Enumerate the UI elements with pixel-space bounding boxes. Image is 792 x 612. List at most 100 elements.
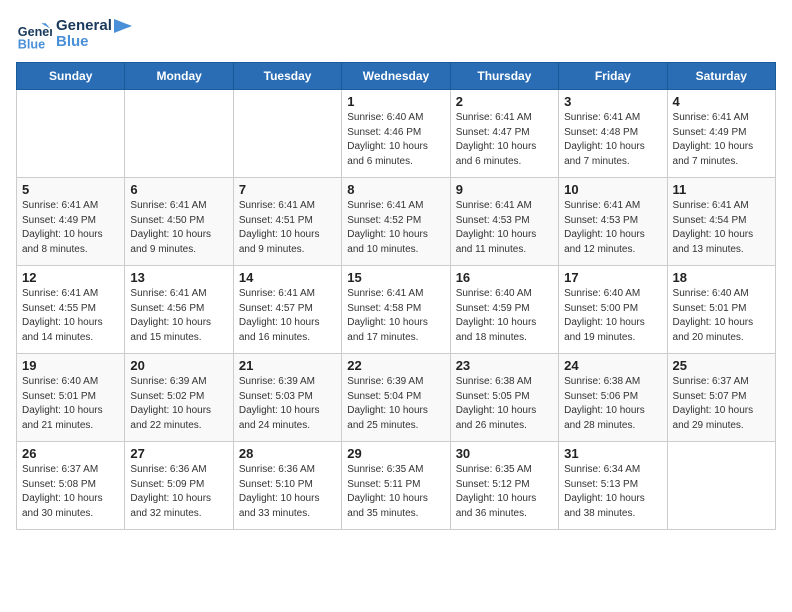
logo: General Blue General Blue [16,16,134,52]
calendar-day-cell [667,442,775,530]
page-header: General Blue General Blue [16,16,776,52]
weekday-row: SundayMondayTuesdayWednesdayThursdayFrid… [17,63,776,90]
day-info: Sunrise: 6:37 AMSunset: 5:08 PMDaylight:… [22,463,119,521]
day-info: Sunrise: 6:38 AMSunset: 5:05 PMDaylight:… [456,375,553,433]
day-info: Sunrise: 6:41 AMSunset: 4:49 PMDaylight:… [22,199,119,257]
day-info: Sunrise: 6:40 AMSunset: 4:46 PMDaylight:… [347,111,444,169]
day-info: Sunrise: 6:36 AMSunset: 5:10 PMDaylight:… [239,463,336,521]
day-number: 1 [347,94,444,109]
calendar-day-cell: 13 Sunrise: 6:41 AMSunset: 4:56 PMDayligh… [125,266,233,354]
calendar-day-cell: 26 Sunrise: 6:37 AMSunset: 5:08 PMDayligh… [17,442,125,530]
day-info: Sunrise: 6:36 AMSunset: 5:09 PMDaylight:… [130,463,227,521]
day-number: 21 [239,358,336,373]
weekday-header: Thursday [450,63,558,90]
calendar-week-row: 12Sunrise: 6:41 AMSunset: 4:55 PMDayligh… [17,266,776,354]
day-info: Sunrise: 6:41 AMSunset: 4:51 PMDaylight:… [239,199,336,257]
calendar-day-cell: 3 Sunrise: 6:41 AMSunset: 4:48 PMDaylight… [559,90,667,178]
weekday-header: Saturday [667,63,775,90]
day-info: Sunrise: 6:40 AMSunset: 5:01 PMDaylight:… [673,287,770,345]
day-number: 15 [347,270,444,285]
calendar-day-cell: 21 Sunrise: 6:39 AMSunset: 5:03 PMDayligh… [233,354,341,442]
day-info: Sunrise: 6:41 AMSunset: 4:56 PMDaylight:… [130,287,227,345]
day-number: 7 [239,182,336,197]
calendar-day-cell: 6Sunrise: 6:41 AMSunset: 4:50 PMDaylight… [125,178,233,266]
day-number: 24 [564,358,661,373]
calendar-day-cell: 4 Sunrise: 6:41 AMSunset: 4:49 PMDaylight… [667,90,775,178]
day-info: Sunrise: 6:41 AMSunset: 4:49 PMDaylight:… [673,111,770,169]
day-number: 4 [673,94,770,109]
day-info: Sunrise: 6:35 AMSunset: 5:11 PMDaylight:… [347,463,444,521]
calendar-day-cell: 22Sunrise: 6:39 AMSunset: 5:04 PMDayligh… [342,354,450,442]
day-number: 18 [673,270,770,285]
day-number: 27 [130,446,227,461]
calendar-day-cell [17,90,125,178]
day-number: 20 [130,358,227,373]
calendar-body: 1 Sunrise: 6:40 AMSunset: 4:46 PMDaylight… [17,90,776,530]
day-info: Sunrise: 6:39 AMSunset: 5:02 PMDaylight:… [130,375,227,433]
calendar-day-cell: 18 Sunrise: 6:40 AMSunset: 5:01 PMDayligh… [667,266,775,354]
day-info: Sunrise: 6:38 AMSunset: 5:06 PMDaylight:… [564,375,661,433]
calendar-header: SundayMondayTuesdayWednesdayThursdayFrid… [17,63,776,90]
calendar-day-cell: 10 Sunrise: 6:41 AMSunset: 4:53 PMDayligh… [559,178,667,266]
day-info: Sunrise: 6:35 AMSunset: 5:12 PMDaylight:… [456,463,553,521]
day-number: 5 [22,182,119,197]
weekday-header: Tuesday [233,63,341,90]
day-number: 12 [22,270,119,285]
calendar-day-cell [233,90,341,178]
calendar-day-cell: 20 Sunrise: 6:39 AMSunset: 5:02 PMDayligh… [125,354,233,442]
day-number: 3 [564,94,661,109]
day-info: Sunrise: 6:34 AMSunset: 5:13 PMDaylight:… [564,463,661,521]
logo-line1: General [56,18,112,35]
calendar-day-cell: 7 Sunrise: 6:41 AMSunset: 4:51 PMDaylight… [233,178,341,266]
weekday-header: Friday [559,63,667,90]
calendar-day-cell: 2Sunrise: 6:41 AMSunset: 4:47 PMDaylight… [450,90,558,178]
day-info: Sunrise: 6:40 AMSunset: 5:00 PMDaylight:… [564,287,661,345]
day-number: 23 [456,358,553,373]
calendar-week-row: 26 Sunrise: 6:37 AMSunset: 5:08 PMDayligh… [17,442,776,530]
calendar-day-cell: 23 Sunrise: 6:38 AMSunset: 5:05 PMDayligh… [450,354,558,442]
calendar-day-cell: 17Sunrise: 6:40 AMSunset: 5:00 PMDayligh… [559,266,667,354]
day-info: Sunrise: 6:41 AMSunset: 4:52 PMDaylight:… [347,199,444,257]
weekday-header: Monday [125,63,233,90]
day-info: Sunrise: 6:39 AMSunset: 5:04 PMDaylight:… [347,375,444,433]
calendar-day-cell: 8 Sunrise: 6:41 AMSunset: 4:52 PMDaylight… [342,178,450,266]
day-number: 29 [347,446,444,461]
logo-icon: General Blue [16,16,52,52]
day-info: Sunrise: 6:41 AMSunset: 4:54 PMDaylight:… [673,199,770,257]
calendar-week-row: 1 Sunrise: 6:40 AMSunset: 4:46 PMDaylight… [17,90,776,178]
day-number: 16 [456,270,553,285]
day-info: Sunrise: 6:40 AMSunset: 4:59 PMDaylight:… [456,287,553,345]
day-number: 13 [130,270,227,285]
day-number: 11 [673,182,770,197]
calendar-day-cell: 12Sunrise: 6:41 AMSunset: 4:55 PMDayligh… [17,266,125,354]
calendar-day-cell: 31Sunrise: 6:34 AMSunset: 5:13 PMDayligh… [559,442,667,530]
day-info: Sunrise: 6:41 AMSunset: 4:57 PMDaylight:… [239,287,336,345]
day-info: Sunrise: 6:41 AMSunset: 4:47 PMDaylight:… [456,111,553,169]
day-number: 10 [564,182,661,197]
day-info: Sunrise: 6:39 AMSunset: 5:03 PMDaylight:… [239,375,336,433]
day-info: Sunrise: 6:41 AMSunset: 4:53 PMDaylight:… [456,199,553,257]
logo-flag-icon [114,19,134,41]
day-number: 19 [22,358,119,373]
calendar-day-cell: 29 Sunrise: 6:35 AMSunset: 5:11 PMDayligh… [342,442,450,530]
day-number: 26 [22,446,119,461]
logo-line2: Blue [56,34,112,51]
day-number: 28 [239,446,336,461]
calendar-day-cell: 25 Sunrise: 6:37 AMSunset: 5:07 PMDayligh… [667,354,775,442]
calendar-day-cell: 28 Sunrise: 6:36 AMSunset: 5:10 PMDayligh… [233,442,341,530]
weekday-header: Sunday [17,63,125,90]
calendar-day-cell: 16 Sunrise: 6:40 AMSunset: 4:59 PMDayligh… [450,266,558,354]
day-info: Sunrise: 6:37 AMSunset: 5:07 PMDaylight:… [673,375,770,433]
calendar-day-cell [125,90,233,178]
day-number: 8 [347,182,444,197]
calendar-day-cell: 5 Sunrise: 6:41 AMSunset: 4:49 PMDaylight… [17,178,125,266]
day-number: 25 [673,358,770,373]
day-number: 30 [456,446,553,461]
calendar-day-cell: 27 Sunrise: 6:36 AMSunset: 5:09 PMDayligh… [125,442,233,530]
day-info: Sunrise: 6:41 AMSunset: 4:48 PMDaylight:… [564,111,661,169]
day-number: 9 [456,182,553,197]
svg-text:Blue: Blue [18,37,45,51]
calendar-week-row: 5 Sunrise: 6:41 AMSunset: 4:49 PMDaylight… [17,178,776,266]
day-info: Sunrise: 6:41 AMSunset: 4:58 PMDaylight:… [347,287,444,345]
day-info: Sunrise: 6:41 AMSunset: 4:53 PMDaylight:… [564,199,661,257]
